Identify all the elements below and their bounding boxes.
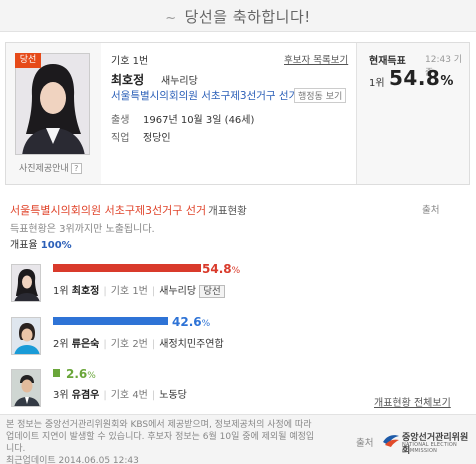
candidate-2-party: 새정치민주연합	[159, 339, 224, 350]
photo-caption-text: 사진제공안내	[19, 164, 69, 174]
birth-label: 출생	[111, 115, 130, 126]
results-election-link[interactable]: 서울특별시의회의원 서초구제3선거구 선거	[10, 204, 206, 217]
candidate-2-number: 기호 2번	[110, 339, 148, 350]
full-results-link[interactable]: 개표현황 전체보기	[374, 394, 451, 409]
candidate-card: 기호 1번 후보자 목록보기 최호정 새누리당 서울특별시의회의원 서초구제3선…	[5, 42, 470, 185]
footer-line-1: 본 정보는 중앙선거관리위원회와 KBS에서 제공받으며, 정보제공처의 사정에…	[6, 420, 312, 430]
candidate-1-line: 1위 최호정 | 기호 1번 | 새누리당 당선	[53, 282, 225, 298]
results-title: 서울특별시의회의원 서초구제3선거구 선거 개표현황	[10, 202, 247, 218]
candidate-1-pct-value: 54.8	[202, 262, 232, 276]
candidate-number: 기호 1번	[111, 56, 149, 67]
candidate-1-party: 새누리당	[159, 286, 197, 297]
banner-text: 당선을 축하합니다!	[184, 8, 311, 26]
candidate-3-rank: 3위	[53, 390, 69, 401]
current-vote-label: 현재득표	[369, 56, 406, 67]
candidate-1-rank: 1위	[53, 286, 69, 297]
candidate-3-number: 기호 4번	[110, 390, 148, 401]
won-tag: 당선	[199, 285, 225, 298]
candidate-1-number: 기호 1번	[110, 286, 148, 297]
results-notice: 득표현황은 3위까지만 노출됩니다.	[10, 224, 155, 235]
candidate-1-name: 최호정	[71, 286, 100, 297]
banner-title: ~ 당선을 축하합니다!	[0, 6, 476, 27]
help-icon[interactable]: ?	[70, 163, 82, 174]
vote-bar-1	[53, 264, 201, 272]
candidate-3-pct-unit: %	[87, 371, 96, 381]
current-pct-unit: %	[440, 74, 454, 89]
candidate-info-panel: 기호 1번 후보자 목록보기 최호정 새누리당 서울특별시의회의원 서초구제3선…	[101, 43, 356, 184]
election-commission-logo-icon	[383, 435, 399, 447]
candidate-3-party: 노동당	[159, 390, 187, 401]
current-rank: 1위	[369, 78, 385, 89]
results-source-link[interactable]: 출처	[422, 202, 439, 216]
footer: 본 정보는 중앙선거관리위원회와 KBS에서 제공받으며, 정보제공처의 사정에…	[0, 414, 476, 464]
vote-bar-2	[53, 317, 168, 325]
footer-line-2: 업데이트 지연이 발생할 수 있습니다. 후보자 정보는 6월 10일 중에 제…	[6, 432, 315, 454]
count-rate: 개표율 100%	[10, 236, 72, 251]
candidate-name: 최호정	[111, 73, 145, 87]
candidate-1-photo	[11, 264, 41, 302]
job-value: 정당인	[143, 133, 171, 144]
current-pct-value: 54.8	[389, 66, 441, 90]
current-vote-percent: 54.8%	[389, 66, 454, 90]
vote-bar-3	[53, 369, 60, 377]
banner-ornament: ~	[165, 11, 177, 26]
candidate-1-percent: 54.8%	[202, 262, 240, 276]
candidate-3-pct-value: 2.6	[66, 367, 88, 381]
candidate-party: 새누리당	[161, 76, 198, 87]
count-rate-value: 100%	[40, 240, 72, 251]
candidate-1-pct-unit: %	[231, 266, 241, 276]
candidate-list-link[interactable]: 후보자 목록보기	[284, 52, 348, 66]
admin-district-button[interactable]: 행정동 보기	[294, 88, 347, 103]
candidate-3-name: 유겸우	[71, 390, 100, 401]
election-commission-name-en: NATIONAL ELECTION COMMISSION	[402, 442, 457, 454]
footer-line-3: 최근업데이트 2014.06.05 12:43	[6, 456, 139, 464]
candidate-2-pct-unit: %	[201, 319, 211, 329]
birth-value: 1967년 10월 3일 (46세)	[143, 115, 255, 126]
photo-credit-link[interactable]: 사진제공안내?	[19, 161, 82, 174]
winner-badge: 당선	[15, 53, 41, 68]
footer-source-label: 출처	[356, 438, 374, 449]
election-link[interactable]: 서울특별시의회의원 서초구제3선거구 선거	[111, 88, 298, 103]
candidate-2-photo	[11, 317, 41, 355]
candidate-2-percent: 42.6%	[172, 315, 210, 329]
candidate-3-percent: 2.6%	[66, 367, 96, 381]
current-vote-panel: 현재득표 12:43 기준 1위 54.8%	[356, 43, 469, 184]
candidate-2-line: 2위 류은숙 | 기호 2번 | 새정치민주연합	[53, 339, 224, 350]
job-label: 직업	[111, 133, 130, 144]
candidate-2-pct-value: 42.6	[172, 315, 202, 329]
candidate-2-name: 류은숙	[71, 339, 100, 350]
count-rate-label: 개표율	[10, 240, 38, 251]
candidate-3-photo	[11, 369, 41, 407]
results-title-suffix: 개표현황	[208, 205, 247, 217]
footer-notice: 본 정보는 중앙선거관리위원회와 KBS에서 제공받으며, 정보제공처의 사정에…	[6, 419, 316, 464]
candidate-photo	[15, 53, 90, 155]
candidate-3-line: 3위 유겸우 | 기호 4번 | 노동당	[53, 390, 187, 401]
candidate-2-rank: 2위	[53, 339, 69, 350]
